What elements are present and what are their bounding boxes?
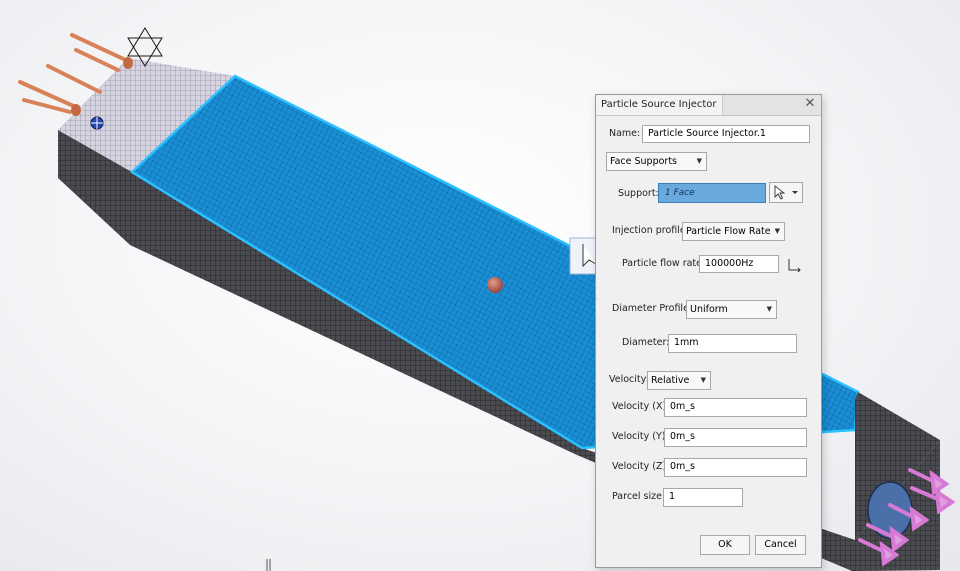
chevron-down-icon: ▼ <box>700 376 706 384</box>
ok-button[interactable]: OK <box>700 535 750 555</box>
support-mode-value: Face Supports <box>610 156 678 167</box>
velocity-z-input[interactable]: 0m_s <box>664 458 807 477</box>
axis-icon[interactable] <box>786 257 802 273</box>
support-field[interactable]: 1 Face <box>658 183 766 203</box>
parcel-size-input[interactable]: 1 <box>663 488 743 507</box>
cursor-icon <box>774 185 798 200</box>
name-label: Name: <box>609 128 641 139</box>
particle-marker <box>487 277 503 293</box>
diameter-profile-value: Uniform <box>690 304 728 315</box>
velocity-z-label: Velocity (Z): <box>612 461 670 472</box>
parcel-size-label: Parcel size: <box>612 491 666 502</box>
flow-rate-input[interactable]: 100000Hz <box>699 255 779 273</box>
dialog-title: Particle Source Injector <box>596 95 723 115</box>
chevron-down-icon: ▼ <box>696 157 702 165</box>
velocity-value: Relative <box>651 375 690 386</box>
diameter-profile-combo[interactable]: Uniform ▼ <box>686 300 777 319</box>
chevron-down-icon: ▼ <box>766 305 772 313</box>
velocity-combo[interactable]: Relative ▼ <box>647 371 711 390</box>
diameter-label: Diameter: <box>622 337 670 348</box>
injection-profile-combo[interactable]: Particle Flow Rate ▼ <box>682 222 785 241</box>
chevron-down-icon: ▼ <box>774 227 780 235</box>
diameter-input[interactable]: 1mm <box>668 334 797 353</box>
cancel-button[interactable]: Cancel <box>755 535 806 555</box>
injection-profile-value: Particle Flow Rate <box>686 226 771 237</box>
dialog-titlebar[interactable]: Particle Source Injector ✕ <box>596 95 821 116</box>
close-icon[interactable]: ✕ <box>803 97 817 111</box>
velocity-x-label: Velocity (X): <box>612 401 670 412</box>
support-mode-combo[interactable]: Face Supports ▼ <box>606 152 707 171</box>
velocity-y-label: Velocity (Y): <box>612 431 669 442</box>
injection-profile-label: Injection profile: <box>612 225 689 236</box>
name-input[interactable]: Particle Source Injector.1 <box>642 125 810 143</box>
velocity-x-input[interactable]: 0m_s <box>664 398 807 417</box>
target-marker <box>90 116 104 130</box>
velocity-y-input[interactable]: 0m_s <box>664 428 807 447</box>
velocity-label: Velocity: <box>609 374 649 385</box>
support-label: Support: <box>618 188 659 199</box>
diameter-profile-label: Diameter Profile: <box>612 303 693 314</box>
selection-mode-button[interactable] <box>769 182 803 203</box>
flow-rate-label: Particle flow rate: <box>622 258 706 269</box>
